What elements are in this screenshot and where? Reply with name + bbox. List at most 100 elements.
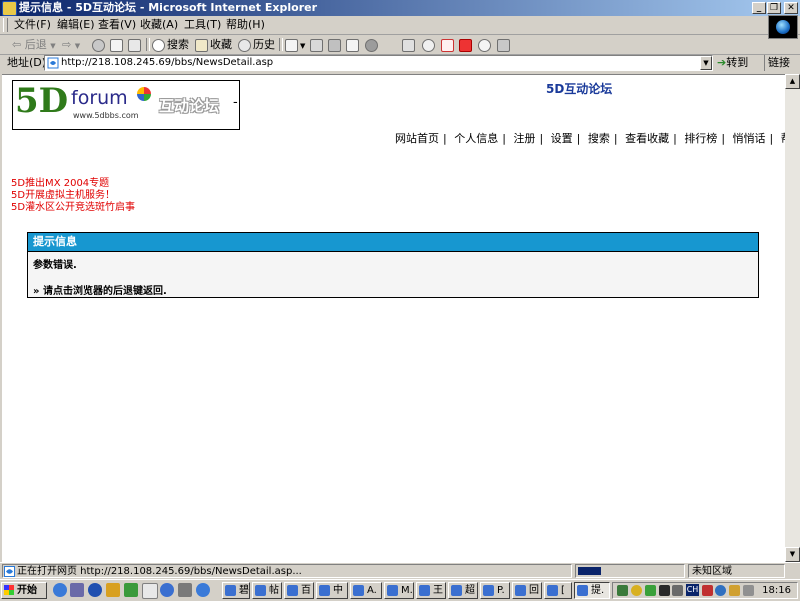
menu-tools[interactable]: 工具(T) — [184, 17, 221, 33]
minimize-button[interactable]: _ — [752, 2, 766, 14]
address-bar: 地址(D) http://218.108.245.69/bbs/NewsDeta… — [0, 55, 800, 71]
vertical-scrollbar[interactable]: ▲ ▼ — [785, 74, 800, 562]
search-quicklaunch-icon[interactable] — [160, 583, 174, 597]
address-input[interactable]: http://218.108.245.69/bbs/NewsDetail.asp — [44, 55, 713, 71]
nav-favorites[interactable]: 查看收藏 — [625, 132, 669, 145]
task-label: 王 — [433, 585, 443, 596]
search-button[interactable]: 搜索 — [152, 36, 189, 53]
favorites-button[interactable]: 收藏 — [195, 36, 232, 53]
menu-view[interactable]: 查看(V) — [98, 17, 136, 33]
taskbar-window-button[interactable]: P. — [480, 582, 510, 599]
folder-quicklaunch-icon[interactable] — [106, 583, 120, 597]
discuss-button[interactable] — [346, 36, 361, 53]
back-button[interactable]: ⇦ 后退 ▼ — [12, 36, 56, 53]
stop-button[interactable] — [92, 36, 107, 53]
ie2-quicklaunch-icon[interactable] — [196, 583, 210, 597]
go-button[interactable]: ➔转到 — [717, 55, 748, 71]
taskbar-window-button[interactable]: 回 — [512, 582, 542, 599]
desktop-quicklaunch-icon[interactable] — [178, 583, 192, 597]
nav-search[interactable]: 搜索 — [588, 132, 610, 145]
window-icon — [483, 585, 494, 596]
taskbar-window-button[interactable]: 碧 — [222, 582, 250, 599]
nav-separator: | — [613, 132, 618, 145]
tool-button-1[interactable] — [402, 36, 417, 53]
speaker-icon[interactable] — [743, 585, 754, 596]
window-quicklaunch-icon[interactable] — [142, 583, 158, 599]
media-quicklaunch-icon[interactable] — [88, 583, 102, 597]
address-dropdown-button[interactable]: ▼ — [700, 56, 712, 70]
messenger-button[interactable] — [365, 36, 380, 53]
taskbar-window-button[interactable]: [ — [544, 582, 572, 599]
clock[interactable]: 18:16 — [762, 583, 791, 598]
print-button[interactable] — [310, 36, 325, 53]
start-button[interactable]: 开始 — [1, 582, 47, 599]
tray-network-icon[interactable] — [672, 585, 683, 596]
nav-separator: | — [539, 132, 544, 145]
menu-file[interactable]: 文件(F) — [14, 17, 51, 33]
task-label: 碧 — [239, 585, 249, 596]
close-button[interactable]: ✕ — [784, 2, 798, 14]
links-button[interactable]: 链接 — [764, 55, 790, 71]
window-icon — [419, 585, 430, 596]
tray-shield-icon[interactable] — [645, 585, 656, 596]
ie-quicklaunch-icon[interactable] — [53, 583, 67, 597]
taskbar-window-button[interactable]: 超 — [448, 582, 478, 599]
nav-separator: | — [576, 132, 581, 145]
nav-ranking[interactable]: 排行榜 — [684, 132, 717, 145]
history-button[interactable]: 历史 — [238, 36, 275, 53]
mail-button[interactable]: ▼ — [285, 36, 305, 53]
forward-button[interactable]: ⇨ ▼ — [62, 36, 80, 53]
tray-ime-icon[interactable] — [702, 585, 713, 596]
taskbar-window-button[interactable]: 百 — [284, 582, 314, 599]
scroll-down-button[interactable]: ▼ — [785, 547, 800, 562]
forum-logo[interactable]: 5D forum www.5dbbs.com 互动论坛 - — [12, 80, 240, 130]
window-title-bar[interactable]: 提示信息 - 5D互动论坛 - Microsoft Internet Explo… — [0, 0, 800, 16]
nav-profile[interactable]: 个人信息 — [454, 132, 498, 145]
page-loading-icon — [4, 566, 15, 577]
favorites-label: 收藏 — [210, 38, 232, 51]
nav-settings[interactable]: 设置 — [551, 132, 573, 145]
edit-button[interactable] — [328, 36, 343, 53]
tool-button-4[interactable] — [459, 36, 474, 53]
menu-help[interactable]: 帮助(H) — [226, 17, 265, 33]
input-language-indicator[interactable]: CH — [686, 584, 699, 596]
edit-icon — [328, 38, 341, 52]
tool-button-5[interactable] — [478, 36, 493, 53]
taskbar-window-button[interactable]: 王 — [416, 582, 446, 599]
nav-whisper[interactable]: 悄悄话 — [733, 132, 766, 145]
nav-home[interactable]: 网站首页 — [395, 132, 439, 145]
nav-register[interactable]: 注册 — [513, 132, 535, 145]
ie-app-icon[interactable] — [2, 1, 17, 16]
taskbar-window-button[interactable]: A. — [350, 582, 382, 599]
refresh-button[interactable] — [110, 36, 125, 53]
home-button[interactable] — [128, 36, 143, 53]
tray-monitor-icon[interactable] — [659, 585, 670, 596]
taskbar-window-button[interactable]: 帖 — [252, 582, 282, 599]
message-body: 参数错误. » 请点击浏览器的后退键返回. — [28, 252, 758, 297]
announcement-link[interactable]: 5D推出MX 2004专题 — [11, 178, 135, 190]
menu-favorites[interactable]: 收藏(A) — [140, 17, 178, 33]
tool-button-2[interactable] — [422, 36, 437, 53]
tray-keyboard-icon[interactable] — [729, 585, 740, 596]
taskbar-window-button[interactable]: 中 — [316, 582, 348, 599]
tray-globe-icon[interactable] — [715, 585, 726, 596]
grid-app-quicklaunch-icon[interactable] — [124, 583, 138, 597]
tool-button-6[interactable] — [497, 36, 512, 53]
tray-app-icon[interactable] — [617, 585, 628, 596]
tool-button-3[interactable] — [441, 36, 456, 53]
taskbar-window-button[interactable]: M. — [384, 582, 414, 599]
page-viewport: 5D forum www.5dbbs.com 互动论坛 - 5D互动论坛 网站首… — [2, 74, 785, 563]
task-label: A. — [367, 585, 377, 596]
task-label: M. — [401, 585, 413, 596]
menu-edit[interactable]: 编辑(E) — [57, 17, 95, 33]
tray-pen-icon[interactable] — [631, 585, 642, 596]
restore-button[interactable]: ❐ — [767, 2, 781, 14]
scroll-up-button[interactable]: ▲ — [785, 74, 800, 89]
wrench-icon — [402, 38, 415, 52]
windows-taskbar: 开始 碧 帖 百 中 A. M. 王 超 P. 回 [ 提. CH 18:16 — [0, 579, 800, 601]
announcement-link[interactable]: 5D灌水区公开竞选斑竹启事 — [11, 202, 135, 214]
taskbar-window-button-active[interactable]: 提. — [574, 582, 610, 599]
announcement-link[interactable]: 5D开展虚拟主机服务！ — [11, 190, 135, 202]
messenger-icon — [365, 38, 378, 52]
outlook-quicklaunch-icon[interactable] — [70, 583, 84, 597]
